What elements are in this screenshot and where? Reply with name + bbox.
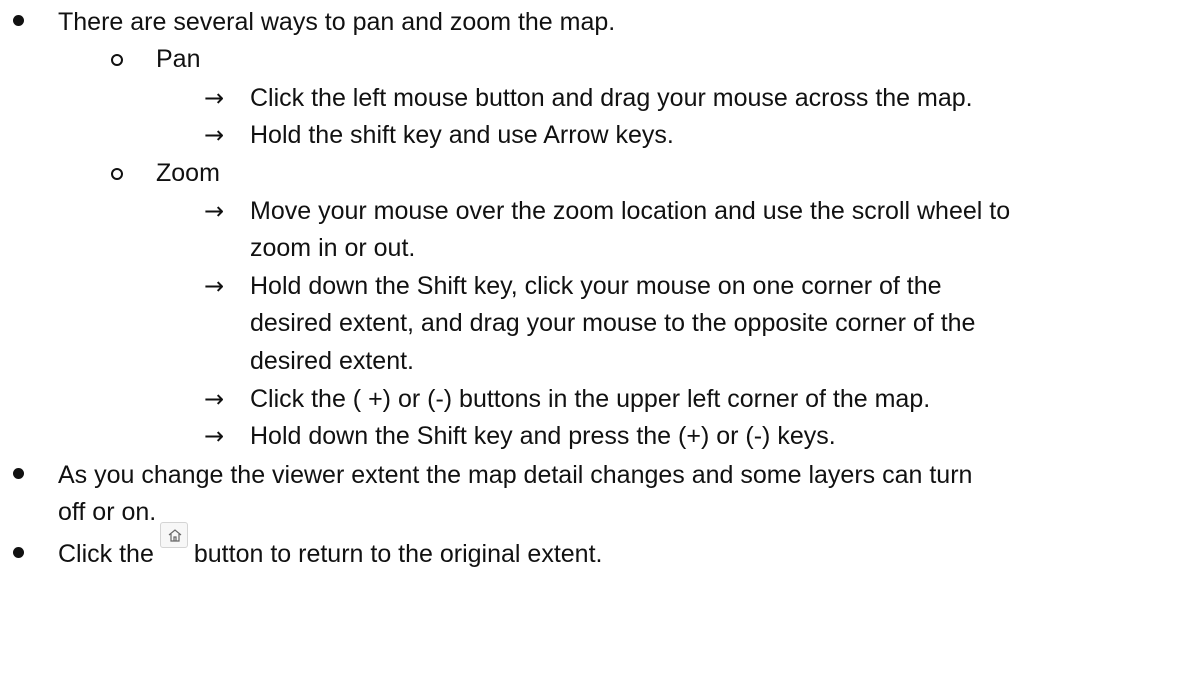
arrow-icon: → [204,84,225,112]
zoom-item-4: Hold down the Shift key and press the (+… [250,422,836,450]
bullet-icon [13,15,24,26]
zoom-item-1a: Move your mouse over the zoom location a… [250,197,1011,225]
arrow-icon: → [204,422,225,450]
zoom-item-2c: desired extent. [250,347,414,375]
zoom-item-2a: Hold down the Shift key, click your mous… [250,272,942,300]
sub-bullet-icon [111,168,123,180]
sub-bullet-icon [111,54,123,66]
pan-heading: Pan [156,45,201,73]
home-icon [168,529,182,542]
bullet-icon [13,547,24,558]
pan-item-1: Click the left mouse button and drag you… [250,84,973,112]
arrow-icon: → [204,385,225,413]
home-button[interactable] [159,522,188,548]
bullet-text-1: There are several ways to pan and zoom t… [58,8,616,36]
pan-item-2: Hold the shift key and use Arrow keys. [250,121,674,149]
bullet-icon [13,468,24,479]
zoom-item-3: Click the ( +) or (-) buttons in the upp… [250,385,931,413]
bullet-text-2b: off or on. [58,498,157,526]
arrow-icon: → [204,197,225,225]
arrow-icon: → [204,121,225,149]
bullet-text-2a: As you change the viewer extent the map … [58,461,973,489]
zoom-heading: Zoom [156,159,220,187]
bullet-text-3: Click the button to return to the origina… [58,522,603,573]
zoom-item-2b: desired extent, and drag your mouse to t… [250,309,976,337]
arrow-icon: → [204,272,225,300]
bullet-text-3-suffix: button to return to the original extent. [193,540,603,568]
bullet-text-3-prefix: Click the [58,540,154,568]
zoom-item-1b: zoom in or out. [250,234,416,262]
